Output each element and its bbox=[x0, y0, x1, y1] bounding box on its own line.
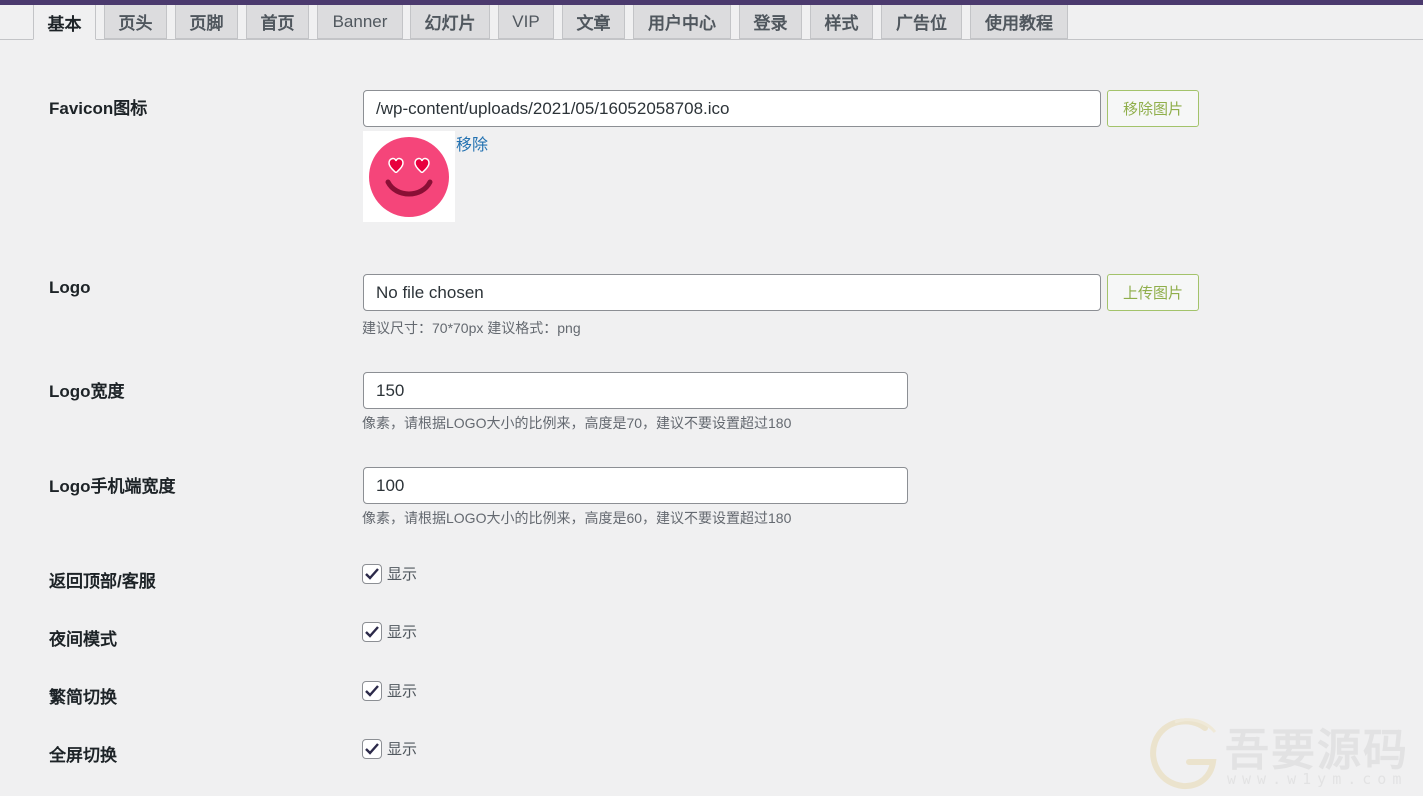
back-to-top-option: 显示 bbox=[362, 563, 417, 584]
remove-link[interactable]: 移除 bbox=[456, 131, 488, 155]
traditional-simplified-option-label: 显示 bbox=[387, 683, 418, 700]
tab-footer[interactable]: 页脚 bbox=[175, 5, 238, 39]
tab-basic[interactable]: 基本 bbox=[33, 5, 96, 40]
traditional-simplified-checkbox[interactable] bbox=[362, 680, 382, 701]
remove-image-button[interactable]: 移除图片 bbox=[1107, 90, 1199, 127]
back-to-top-option-label: 显示 bbox=[387, 566, 418, 583]
watermark-text: 吾要源码 bbox=[1225, 725, 1409, 776]
night-mode-label: 夜间模式 bbox=[49, 630, 117, 649]
logo-mobile-width-label: Logo手机端宽度 bbox=[49, 477, 176, 496]
checkmark-icon bbox=[365, 567, 379, 580]
tab-vip[interactable]: VIP bbox=[498, 5, 554, 39]
logo-mobile-width-hint: 像素，请根据LOGO大小的比例来，高度是60，建议不要设置超过180 bbox=[362, 510, 792, 526]
logo-hint: 建议尺寸：70*70px 建议格式：png bbox=[362, 320, 581, 336]
fullscreen-label: 全屏切换 bbox=[49, 746, 117, 765]
back-to-top-label: 返回顶部/客服 bbox=[49, 572, 156, 591]
fullscreen-option-label: 显示 bbox=[387, 741, 418, 758]
tab-tutorial[interactable]: 使用教程 bbox=[970, 5, 1068, 39]
heart-eyes-emoji-icon bbox=[369, 136, 449, 217]
tab-slideshow[interactable]: 幻灯片 bbox=[410, 5, 490, 39]
tab-banner[interactable]: Banner bbox=[317, 5, 403, 39]
logo-width-label: Logo宽度 bbox=[49, 382, 125, 401]
logo-file-field[interactable]: No file chosen bbox=[363, 274, 1101, 311]
night-mode-option: 显示 bbox=[362, 621, 417, 642]
logo-label: Logo bbox=[49, 278, 91, 297]
logo-width-hint: 像素，请根据LOGO大小的比例来，高度是70，建议不要设置超过180 bbox=[362, 415, 792, 431]
fullscreen-checkbox[interactable] bbox=[362, 738, 382, 759]
tab-style[interactable]: 样式 bbox=[810, 5, 873, 39]
checkmark-icon bbox=[365, 684, 379, 697]
tab-ad-slot[interactable]: 广告位 bbox=[881, 5, 962, 39]
logo-width-field[interactable]: 150 bbox=[363, 372, 908, 409]
logo-mobile-width-field[interactable]: 100 bbox=[363, 467, 908, 504]
favicon-label: Favicon图标 bbox=[49, 99, 148, 118]
tab-login[interactable]: 登录 bbox=[739, 5, 802, 39]
watermark: 吾要源码 www.w1ym.com bbox=[1145, 712, 1415, 792]
tab-article[interactable]: 文章 bbox=[562, 5, 625, 39]
upload-image-button[interactable]: 上传图片 bbox=[1107, 274, 1199, 311]
tab-header[interactable]: 页头 bbox=[104, 5, 167, 39]
tab-home[interactable]: 首页 bbox=[246, 5, 309, 39]
watermark-url: www.w1ym.com bbox=[1227, 770, 1408, 788]
checkmark-icon bbox=[365, 742, 379, 755]
watermark-logo-icon bbox=[1150, 718, 1217, 790]
tab-user-center[interactable]: 用户中心 bbox=[633, 5, 731, 39]
settings-tab-bar: 基本 页头 页脚 首页 Banner 幻灯片 VIP 文章 用户中心 登录 样式… bbox=[0, 5, 1423, 40]
favicon-preview bbox=[363, 131, 455, 222]
fullscreen-option: 显示 bbox=[362, 738, 417, 759]
night-mode-checkbox[interactable] bbox=[362, 621, 382, 642]
back-to-top-checkbox[interactable] bbox=[362, 563, 382, 584]
traditional-simplified-label: 繁简切换 bbox=[49, 688, 117, 707]
traditional-simplified-option: 显示 bbox=[362, 680, 417, 701]
night-mode-option-label: 显示 bbox=[387, 624, 418, 641]
favicon-url-field[interactable]: /wp-content/uploads/2021/05/16052058708.… bbox=[363, 90, 1101, 127]
checkmark-icon bbox=[365, 625, 379, 638]
